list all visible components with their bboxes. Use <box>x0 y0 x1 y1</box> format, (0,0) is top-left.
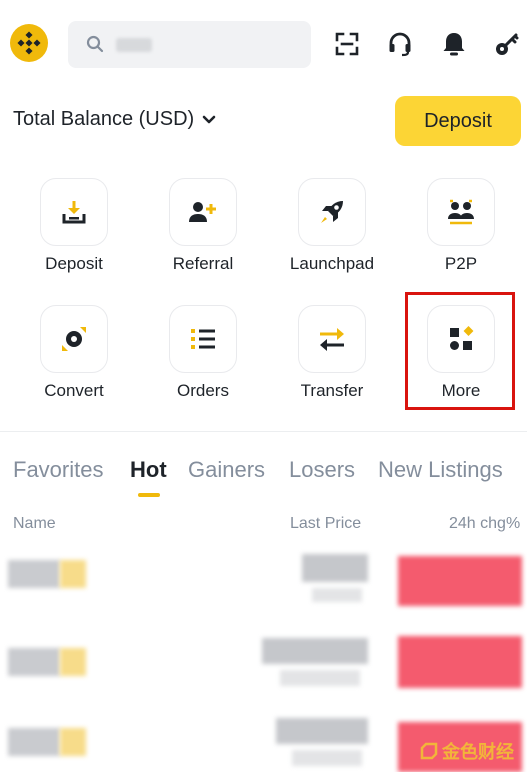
shortcut-label: Convert <box>44 381 104 400</box>
tab-losers[interactable]: Losers <box>289 457 355 483</box>
watermark-text: 金色财经 <box>442 742 514 762</box>
add-user-icon <box>189 202 216 222</box>
market-row[interactable] <box>0 628 527 698</box>
tab-new-listings[interactable]: New Listings <box>378 457 503 483</box>
column-header-name[interactable]: Name <box>13 515 56 533</box>
headset-icon[interactable] <box>386 30 414 58</box>
shortcut-tile <box>169 305 237 373</box>
bell-icon[interactable] <box>440 30 468 58</box>
shortcut-label: P2P <box>444 254 478 273</box>
column-header-last-price[interactable]: Last Price <box>290 515 361 533</box>
shortcut-orders[interactable]: Orders <box>148 305 258 415</box>
key-icon[interactable] <box>493 30 521 58</box>
shortcut-tile <box>298 178 366 246</box>
column-header-24h-change[interactable]: 24h chg% <box>449 515 520 533</box>
tab-favorites[interactable]: Favorites <box>13 457 103 483</box>
search-icon <box>86 35 104 53</box>
shortcut-tile <box>40 305 108 373</box>
deposit-icon <box>62 201 86 224</box>
list-icon <box>191 329 215 349</box>
shortcut-label: Orders <box>177 381 229 400</box>
tab-gainers[interactable]: Gainers <box>188 457 265 483</box>
total-balance-label: Total Balance (USD) <box>13 108 195 130</box>
rocket-icon <box>321 201 343 223</box>
p2p-icon <box>448 199 474 225</box>
shortcut-label: Referral <box>172 254 234 273</box>
more-highlight-box <box>405 292 515 410</box>
shortcut-label: Deposit <box>45 254 103 273</box>
watermark-logo-icon <box>420 742 438 760</box>
top-bar <box>0 0 527 90</box>
shortcut-label: Launchpad <box>289 254 375 273</box>
binance-logo-icon[interactable] <box>10 24 48 62</box>
shortcut-referral[interactable]: Referral <box>148 178 258 288</box>
search-placeholder-blurred <box>116 38 152 52</box>
shortcut-p2p[interactable]: P2P <box>406 178 516 288</box>
convert-icon <box>62 327 86 351</box>
shortcut-tile <box>40 178 108 246</box>
tab-hot[interactable]: Hot <box>130 457 167 483</box>
shortcut-tile <box>427 178 495 246</box>
market-row[interactable] <box>0 548 527 618</box>
deposit-button[interactable]: Deposit <box>395 96 521 146</box>
watermark: 金色财经 <box>420 738 514 764</box>
chevron-down-icon <box>202 115 216 123</box>
search-input[interactable] <box>68 21 311 68</box>
shortcut-label: Transfer <box>300 381 364 400</box>
shortcut-tile <box>298 305 366 373</box>
shortcut-transfer[interactable]: Transfer <box>277 305 387 415</box>
shortcut-convert[interactable]: Convert <box>19 305 129 415</box>
active-tab-indicator <box>138 493 160 497</box>
total-balance-selector[interactable]: Total Balance (USD) <box>13 108 216 131</box>
scan-icon[interactable] <box>333 30 361 58</box>
transfer-icon <box>320 328 344 351</box>
shortcut-tile <box>169 178 237 246</box>
shortcut-deposit[interactable]: Deposit <box>19 178 129 288</box>
shortcut-launchpad[interactable]: Launchpad <box>277 178 387 288</box>
section-divider <box>0 431 527 432</box>
